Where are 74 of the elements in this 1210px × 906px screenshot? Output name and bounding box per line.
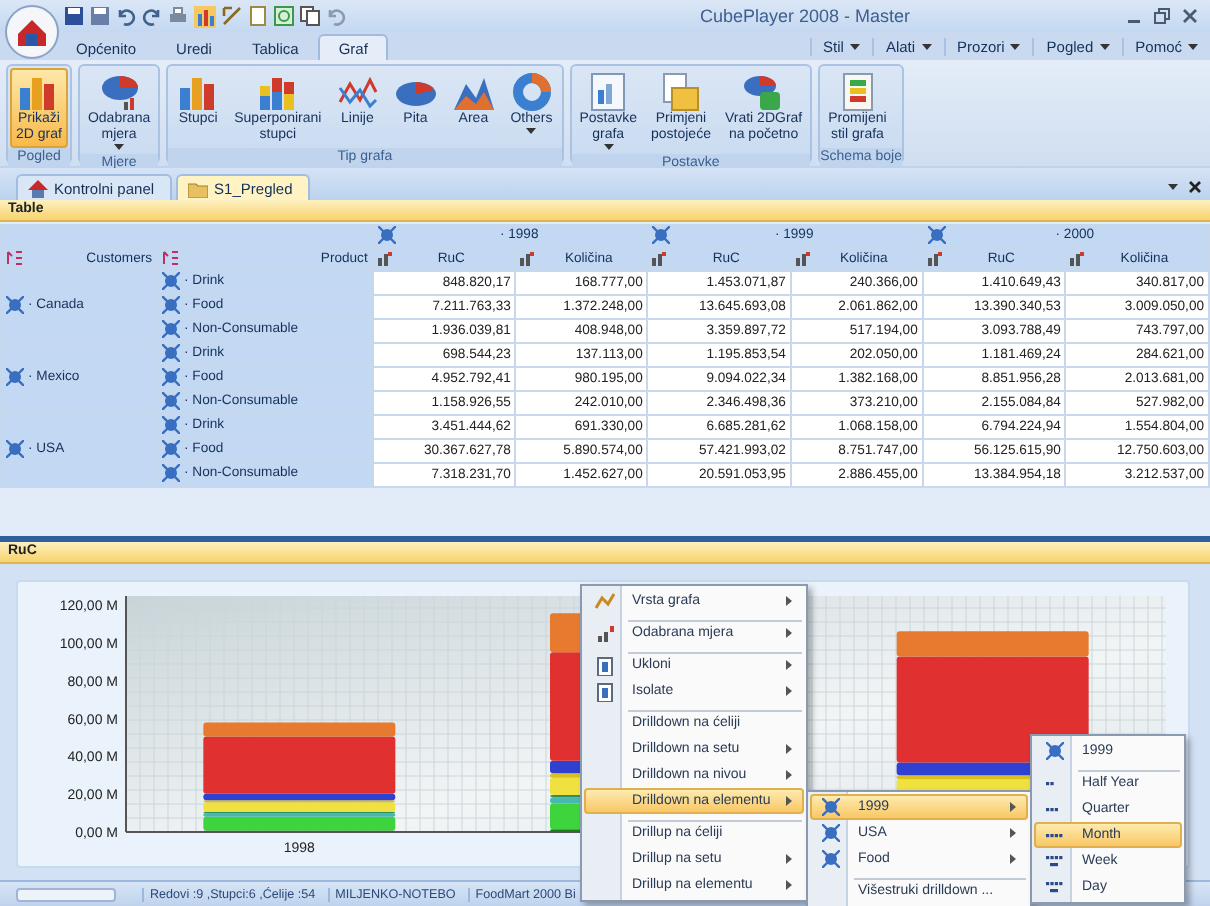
copy-icon[interactable] — [300, 6, 320, 26]
measure-icon — [652, 251, 667, 265]
bar-chart-icon[interactable] — [194, 5, 216, 27]
dimension-icon — [162, 272, 181, 290]
close-icon[interactable] — [1182, 8, 1198, 24]
measure-icon — [377, 251, 392, 265]
submenu-arrow-icon — [786, 744, 792, 754]
caret-icon — [1010, 44, 1021, 50]
chart-settings-icon — [586, 72, 631, 112]
dimension-icon — [6, 440, 24, 458]
caret-icon — [921, 44, 932, 50]
document-folder-icon — [658, 72, 703, 112]
donut-chart-icon — [509, 72, 554, 112]
dimension-icon — [162, 320, 181, 338]
chart-type-icon — [593, 592, 615, 610]
submenu-arrow-icon — [1010, 828, 1016, 838]
line-chart-icon — [335, 72, 380, 112]
dimension-icon — [162, 416, 181, 434]
window-title: CubePlayer 2008 - Master — [697, 6, 913, 26]
restore-icon[interactable] — [1154, 8, 1170, 24]
submenu-arrow-icon — [786, 596, 792, 606]
submenu-arrow-icon — [786, 660, 792, 670]
caret-icon — [849, 44, 860, 50]
level-icon — [1044, 855, 1064, 867]
dimension-icon — [162, 296, 181, 314]
submenu-arrow-icon — [786, 686, 792, 696]
submenu-arrow-icon — [786, 796, 792, 806]
undo-icon[interactable] — [116, 6, 136, 26]
submenu-arrow-icon — [786, 628, 792, 638]
close-icon[interactable] — [1188, 180, 1202, 194]
dimension-icon — [927, 226, 946, 244]
chart-refresh-icon — [741, 72, 786, 112]
dimension-icon — [652, 226, 671, 244]
dimension-icon — [6, 296, 24, 314]
redo-icon[interactable] — [142, 6, 162, 26]
measure-icon — [520, 251, 535, 265]
measure-chart-icon — [97, 72, 142, 112]
dimension-icon — [821, 798, 839, 816]
level-icon — [1044, 829, 1064, 841]
measure-icon — [1070, 251, 1085, 265]
print-icon[interactable] — [168, 6, 188, 26]
dimension-icon — [162, 392, 181, 410]
dimension-icon — [377, 226, 396, 244]
submenu-arrow-icon — [786, 880, 792, 890]
submenu-arrow-icon — [1010, 802, 1016, 812]
sort-icon[interactable] — [6, 250, 24, 266]
sort-icon[interactable] — [162, 250, 181, 266]
dimension-icon — [821, 850, 839, 868]
document-icon[interactable] — [248, 6, 268, 26]
dimension-icon — [6, 368, 24, 386]
measure-icon — [927, 251, 942, 265]
level-icon — [1044, 881, 1064, 893]
submenu-arrow-icon — [1010, 854, 1016, 864]
submenu-arrow-icon — [786, 854, 792, 864]
dimension-icon — [162, 464, 181, 482]
caret-icon — [603, 144, 614, 150]
house-icon — [28, 179, 48, 197]
measure-icon — [595, 625, 613, 641]
dimension-icon — [1045, 742, 1063, 760]
dimension-icon — [162, 440, 181, 458]
measure-icon — [795, 251, 810, 265]
caret-icon — [1168, 184, 1178, 190]
level-icon — [1044, 803, 1064, 815]
dimension-icon — [162, 368, 181, 386]
caret-icon — [1188, 44, 1198, 50]
submenu-arrow-icon — [786, 770, 792, 780]
save-icon[interactable] — [64, 6, 84, 26]
stacked-bar-chart-icon — [255, 72, 300, 112]
dimension-icon — [821, 824, 839, 842]
dimension-icon — [162, 344, 181, 362]
save-as-icon[interactable] — [90, 6, 110, 26]
caret-icon — [1099, 44, 1110, 50]
caret-icon — [114, 144, 125, 150]
caret-icon — [526, 128, 537, 134]
